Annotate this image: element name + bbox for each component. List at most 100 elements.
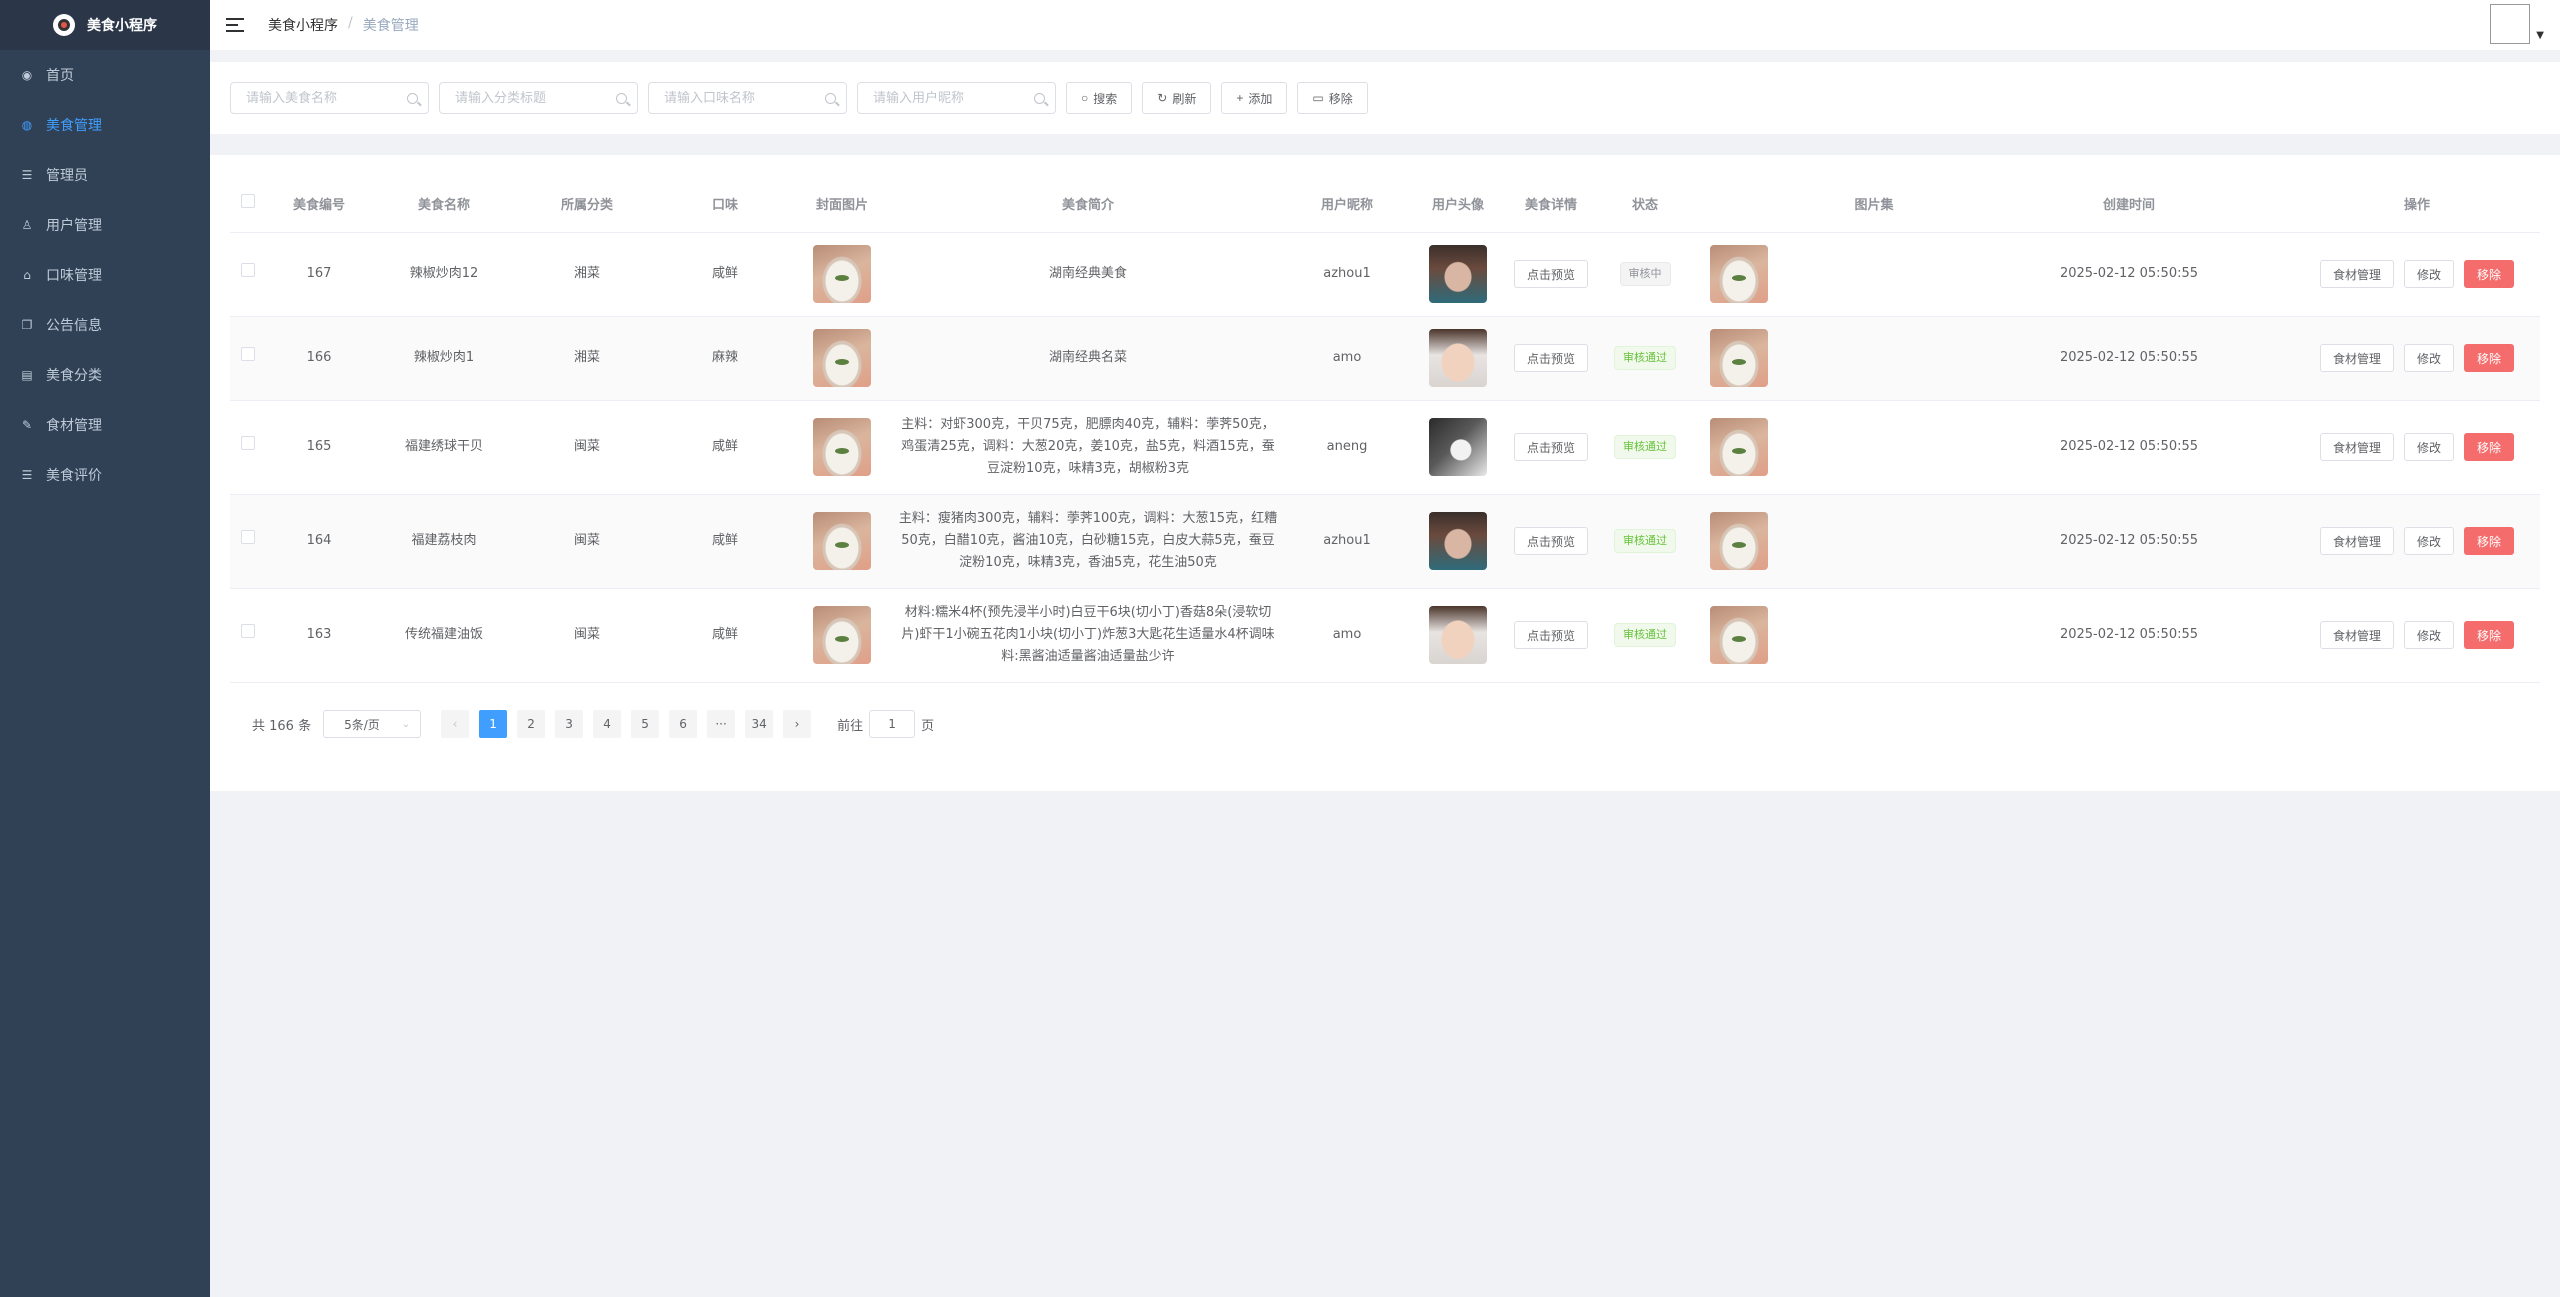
ingredient-manage-button[interactable]: 食材管理 bbox=[2319, 433, 2394, 461]
user-avatar[interactable] bbox=[1429, 329, 1487, 387]
column-header[interactable]: 状态 bbox=[1596, 175, 1694, 233]
gallery-image[interactable] bbox=[1710, 512, 1768, 570]
flavor-input[interactable] bbox=[664, 90, 814, 106]
row-checkbox[interactable] bbox=[241, 530, 255, 544]
category-input[interactable] bbox=[455, 90, 605, 106]
table-row[interactable]: 166 辣椒炒肉1 湘菜 麻辣 湖南经典名菜 amo 点击预览 审核通过 202… bbox=[230, 316, 2540, 401]
breadcrumb-home[interactable]: 美食小程序 bbox=[268, 15, 338, 35]
user-avatar[interactable] bbox=[1429, 418, 1487, 476]
cover-image[interactable] bbox=[813, 512, 871, 570]
preview-button[interactable]: 点击预览 bbox=[1513, 433, 1588, 461]
food-name-search[interactable] bbox=[230, 82, 429, 114]
sidebar-item[interactable]: ♙ 用户管理 bbox=[0, 200, 210, 250]
gallery-image[interactable] bbox=[1710, 245, 1768, 303]
delete-button[interactable]: 移除 bbox=[2464, 344, 2515, 372]
gallery-image[interactable] bbox=[1710, 606, 1768, 664]
column-header[interactable]: 所属分类 bbox=[516, 175, 658, 233]
sidebar-item[interactable]: ❐ 公告信息 bbox=[0, 300, 210, 350]
preview-button[interactable]: 点击预览 bbox=[1513, 344, 1588, 372]
cover-image[interactable] bbox=[813, 606, 871, 664]
food-id: 163 bbox=[266, 588, 372, 683]
preview-button[interactable]: 点击预览 bbox=[1513, 527, 1588, 555]
remove-button[interactable]: ▭ 移除 bbox=[1297, 82, 1368, 114]
sidebar-item[interactable]: ◍ 美食管理 bbox=[0, 100, 210, 150]
table-row[interactable]: 163 传统福建油饭 闽菜 咸鲜 材料:糯米4杯(预先浸半小时)白豆干6块(切小… bbox=[230, 588, 2540, 683]
table-row[interactable]: 165 福建绣球干贝 闽菜 咸鲜 主料：对虾300克，干贝75克，肥膘肉40克，… bbox=[230, 400, 2540, 495]
ingredient-manage-button[interactable]: 食材管理 bbox=[2319, 527, 2394, 555]
delete-button[interactable]: 移除 bbox=[2464, 527, 2515, 555]
ingredient-manage-button[interactable]: 食材管理 bbox=[2319, 344, 2394, 372]
food-name-input[interactable] bbox=[246, 90, 396, 106]
page-number-button[interactable]: 34 bbox=[745, 710, 774, 738]
row-checkbox[interactable] bbox=[241, 436, 255, 450]
edit-button[interactable]: 修改 bbox=[2403, 260, 2454, 288]
caret-down-icon[interactable]: ▼ bbox=[2536, 30, 2544, 41]
preview-button[interactable]: 点击预览 bbox=[1513, 260, 1588, 288]
hamburger-icon[interactable] bbox=[226, 18, 244, 32]
column-header[interactable]: 图片集 bbox=[1784, 175, 1964, 233]
column-header[interactable]: 口味 bbox=[658, 175, 792, 233]
preview-button[interactable]: 点击预览 bbox=[1513, 621, 1588, 649]
edit-button[interactable]: 修改 bbox=[2403, 344, 2454, 372]
select-all-checkbox[interactable] bbox=[241, 194, 255, 209]
next-page-button[interactable]: › bbox=[783, 710, 812, 738]
page-number-button[interactable]: 5 bbox=[631, 710, 660, 738]
nickname-search[interactable] bbox=[857, 82, 1056, 114]
page-number-button[interactable]: 2 bbox=[517, 710, 546, 738]
add-button[interactable]: + 添加 bbox=[1221, 82, 1288, 114]
table-row[interactable]: 167 辣椒炒肉12 湘菜 咸鲜 湖南经典美食 azhou1 点击预览 审核中 … bbox=[230, 232, 2540, 317]
category-search[interactable] bbox=[439, 82, 638, 114]
search-button[interactable]: ○ 搜索 bbox=[1066, 82, 1133, 114]
column-header[interactable]: 封面图片 bbox=[792, 175, 892, 233]
logo[interactable]: 美食小程序 bbox=[0, 0, 210, 50]
sidebar-item-label: 口味管理 bbox=[46, 268, 102, 284]
page-number-button[interactable]: 4 bbox=[593, 710, 622, 738]
sidebar-item[interactable]: ◉ 首页 bbox=[0, 50, 210, 100]
column-header[interactable]: 创建时间 bbox=[1964, 175, 2294, 233]
goto-page-input[interactable] bbox=[869, 710, 916, 738]
column-header[interactable]: 美食名称 bbox=[372, 175, 516, 233]
row-select-cell bbox=[230, 232, 266, 317]
cover-image[interactable] bbox=[813, 329, 871, 387]
column-header[interactable]: 美食简介 bbox=[892, 175, 1284, 233]
delete-button[interactable]: 移除 bbox=[2464, 433, 2515, 461]
column-header[interactable]: 美食编号 bbox=[266, 175, 372, 233]
prev-page-button[interactable]: ‹ bbox=[441, 710, 470, 738]
avatar[interactable] bbox=[2490, 4, 2530, 44]
gallery-image[interactable] bbox=[1710, 329, 1768, 387]
ingredient-manage-button[interactable]: 食材管理 bbox=[2319, 621, 2394, 649]
sidebar-item[interactable]: ☰ 管理员 bbox=[0, 150, 210, 200]
sidebar-item[interactable]: ☰ 美食评价 bbox=[0, 450, 210, 500]
page-number-button[interactable]: 3 bbox=[555, 710, 584, 738]
cover-image[interactable] bbox=[813, 418, 871, 476]
column-header[interactable]: 用户昵称 bbox=[1284, 175, 1410, 233]
user-avatar[interactable] bbox=[1429, 606, 1487, 664]
cover-image[interactable] bbox=[813, 245, 871, 303]
more-pages-button[interactable]: ··· bbox=[707, 710, 736, 738]
page-size-select[interactable]: 5条/页 ⌄ bbox=[323, 710, 422, 738]
sidebar-item[interactable]: ⌂ 口味管理 bbox=[0, 250, 210, 300]
page-number-button[interactable]: 1 bbox=[479, 710, 508, 738]
column-header[interactable]: 用户头像 bbox=[1410, 175, 1506, 233]
edit-button[interactable]: 修改 bbox=[2403, 621, 2454, 649]
user-avatar[interactable] bbox=[1429, 512, 1487, 570]
sidebar-item[interactable]: ▤ 美食分类 bbox=[0, 350, 210, 400]
flavor-search[interactable] bbox=[648, 82, 847, 114]
delete-button[interactable]: 移除 bbox=[2464, 621, 2515, 649]
row-checkbox[interactable] bbox=[241, 347, 255, 361]
delete-button[interactable]: 移除 bbox=[2464, 260, 2515, 288]
row-checkbox[interactable] bbox=[241, 263, 255, 277]
user-avatar[interactable] bbox=[1429, 245, 1487, 303]
refresh-button[interactable]: ↻ 刷新 bbox=[1142, 82, 1212, 114]
column-header[interactable]: 美食详情 bbox=[1506, 175, 1596, 233]
table-row[interactable]: 164 福建荔枝肉 闽菜 咸鲜 主料：瘦猪肉300克，辅料：荸荠100克，调料：… bbox=[230, 494, 2540, 589]
edit-button[interactable]: 修改 bbox=[2403, 527, 2454, 555]
row-checkbox[interactable] bbox=[241, 624, 255, 638]
flavor-icon: ⌂ bbox=[23, 268, 31, 282]
page-number-button[interactable]: 6 bbox=[669, 710, 698, 738]
ingredient-manage-button[interactable]: 食材管理 bbox=[2319, 260, 2394, 288]
gallery-image[interactable] bbox=[1710, 418, 1768, 476]
sidebar-item[interactable]: ✎ 食材管理 bbox=[0, 400, 210, 450]
edit-button[interactable]: 修改 bbox=[2403, 433, 2454, 461]
nickname-input[interactable] bbox=[873, 90, 1023, 106]
